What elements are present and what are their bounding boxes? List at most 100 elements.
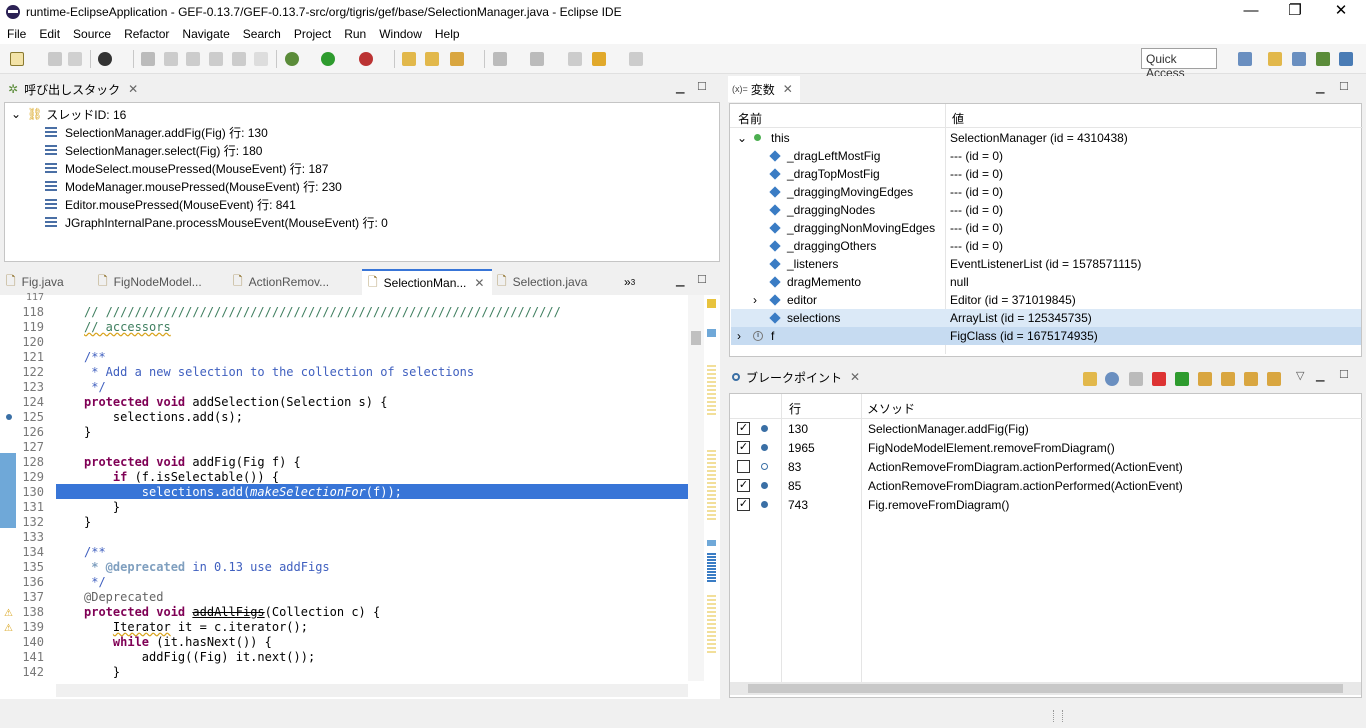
variable-row[interactable]: › editor Editor (id = 371019845) — [731, 291, 1361, 309]
minimize-view-icon[interactable]: ▁ — [676, 274, 684, 287]
scrollbar-thumb[interactable] — [691, 331, 701, 345]
breakpoint-row[interactable]: ✓ 743 Fig.removeFromDiagram() — [731, 495, 1361, 514]
restore-button[interactable]: ❐ — [1272, 0, 1318, 24]
save-icon[interactable] — [48, 52, 62, 66]
run-icon[interactable] — [321, 52, 335, 66]
tab-debug[interactable]: ✲ 呼び出しスタック ✕ — [8, 76, 138, 102]
menu-window[interactable]: Window — [372, 27, 428, 41]
menu-navigate[interactable]: Navigate — [175, 27, 235, 41]
menu-file[interactable]: File — [0, 27, 32, 41]
resume-icon[interactable] — [1175, 372, 1189, 386]
variable-row[interactable]: _dragLeftMostFig --- (id = 0) — [731, 147, 1361, 165]
tab-actionremove[interactable]: 🗋 ActionRemov... — [233, 269, 329, 295]
variable-row-this[interactable]: ⌄ this SelectionManager (id = 4310438) — [731, 129, 1361, 147]
tab-breakpoints[interactable]: ブレークポイント ✕ — [732, 364, 860, 390]
step-into-icon[interactable] — [1198, 372, 1212, 386]
stack-frame[interactable]: SelectionManager.select(Fig) 行: 180 — [45, 141, 262, 159]
menu-run[interactable]: Run — [337, 27, 372, 41]
close-button[interactable]: ✕ — [1318, 0, 1364, 24]
maximize-view-icon[interactable]: ☐ — [697, 273, 707, 286]
tab-selection-java[interactable]: 🗋 Selection.java — [497, 269, 587, 295]
terminate-icon[interactable] — [1152, 372, 1166, 386]
breakpoint-marker[interactable] — [6, 414, 12, 420]
breakpoint-row[interactable]: ✓ 1965 FigNodeModelElement.removeFromDiagr… — [731, 438, 1361, 457]
debug-icon[interactable] — [285, 52, 299, 66]
variable-row[interactable]: _listeners EventListenerList (id = 157857… — [731, 255, 1361, 273]
java-perspective-icon[interactable] — [1292, 52, 1306, 66]
stack-frame[interactable]: SelectionManager.addFig(Fig) 行: 130 — [45, 123, 268, 141]
breakpoint-row[interactable]: ✓ 130 SelectionManager.addFig(Fig) — [731, 419, 1361, 438]
variable-row-selected[interactable]: selections ArrayList (id = 125345735) — [731, 309, 1361, 327]
breakpoint-checkbox[interactable]: ✓ — [737, 422, 750, 435]
close-icon[interactable]: ✕ — [850, 370, 860, 384]
menu-edit[interactable]: Edit — [32, 27, 66, 41]
stack-frame[interactable]: ModeManager.mousePressed(MouseEvent) 行: … — [45, 177, 342, 195]
breakpoint-row[interactable]: ✓ 85 ActionRemoveFromDiagram.actionPerform… — [731, 476, 1361, 495]
breakpoint-checkbox[interactable]: ✓ — [737, 479, 750, 492]
step-return-icon[interactable] — [1244, 372, 1258, 386]
variable-row[interactable]: _draggingMovingEdges --- (id = 0) — [731, 183, 1361, 201]
tab-overflow[interactable]: » 3 — [624, 269, 635, 295]
chevron-right-icon[interactable]: › — [737, 329, 741, 343]
search-icon[interactable] — [450, 52, 464, 66]
chevron-down-icon[interactable]: ⌄ — [737, 131, 747, 145]
drop-to-frame-icon[interactable] — [1267, 372, 1281, 386]
chevron-down-icon[interactable]: ⌄ — [11, 107, 21, 121]
breakpoint-checkbox[interactable]: ✓ — [737, 441, 750, 454]
quick-access-input[interactable]: Quick Access — [1141, 48, 1217, 80]
java-ee-perspective-icon[interactable] — [1268, 52, 1282, 66]
breakpoint-checkbox[interactable]: ✓ — [737, 498, 750, 511]
menu-help[interactable]: Help — [428, 27, 466, 41]
debug-perspective-icon[interactable] — [1316, 52, 1330, 66]
breakpoint-row[interactable]: 83 ActionRemoveFromDiagram.actionPerforme… — [731, 457, 1361, 476]
variable-row[interactable]: dragMemento null — [731, 273, 1361, 291]
java-editor[interactable]: 117 118 119 120 121 122 123 124 125 126 … — [0, 292, 720, 699]
horizontal-scrollbar[interactable] — [730, 682, 1361, 695]
tab-fignodemodel[interactable]: 🗋 FigNodeModel... — [98, 269, 202, 295]
external-tools-icon[interactable] — [359, 52, 373, 66]
variable-row[interactable]: _dragTopMostFig --- (id = 0) — [731, 165, 1361, 183]
tab-variables[interactable]: (x)= 変数 ✕ — [728, 76, 800, 102]
resource-perspective-icon[interactable] — [1339, 52, 1353, 66]
skip-breakpoints-icon[interactable] — [141, 52, 155, 66]
minimize-view-icon[interactable]: ▁ — [676, 81, 684, 94]
open-folder-icon[interactable] — [1083, 372, 1097, 386]
new-icon[interactable] — [10, 52, 24, 66]
variable-row[interactable]: _draggingNonMovingEdges --- (id = 0) — [731, 219, 1361, 237]
skip-all-breakpoints-icon[interactable] — [1129, 372, 1143, 386]
close-icon[interactable]: ✕ — [474, 276, 484, 290]
thread-row[interactable]: ⌄ ⛓ スレッドID: 16 — [11, 105, 126, 123]
vertical-scrollbar[interactable] — [688, 295, 704, 681]
step-icon[interactable] — [164, 52, 178, 66]
back-icon[interactable] — [592, 52, 606, 66]
open-task-icon[interactable] — [425, 52, 439, 66]
minimize-button[interactable]: — — [1228, 0, 1274, 24]
horizontal-scrollbar[interactable] — [56, 684, 688, 697]
stack-frame[interactable]: ModeSelect.mousePressed(MouseEvent) 行: 1… — [45, 159, 328, 177]
menu-search[interactable]: Search — [236, 27, 287, 41]
close-icon[interactable]: ✕ — [128, 82, 138, 96]
close-icon[interactable]: ✕ — [783, 82, 793, 96]
tab-selectionmanager[interactable]: 🗋 SelectionMan... ✕ — [362, 269, 492, 295]
stack-frame[interactable]: Editor.mousePressed(MouseEvent) 行: 841 — [45, 195, 296, 213]
save-all-icon[interactable] — [68, 52, 82, 66]
scrollbar-thumb[interactable] — [748, 684, 1343, 693]
menu-source[interactable]: Source — [66, 27, 117, 41]
chevron-right-icon[interactable]: › — [753, 293, 757, 307]
resume-disabled-icon[interactable] — [186, 52, 200, 66]
stack-frame[interactable]: JGraphInternalPane.processMouseEvent(Mou… — [45, 213, 388, 231]
previous-annotation-icon[interactable] — [530, 52, 544, 66]
menu-refactor[interactable]: Refactor — [117, 27, 175, 41]
open-type-icon[interactable] — [402, 52, 416, 66]
use-step-filters-icon[interactable] — [254, 52, 268, 66]
minimize-view-icon[interactable]: ▁ — [1316, 369, 1324, 382]
maximize-view-icon[interactable]: ☐ — [697, 80, 707, 93]
java-exception-breakpoint-icon[interactable] — [1105, 372, 1119, 386]
terminate-icon[interactable] — [232, 52, 246, 66]
variable-row[interactable]: _draggingNodes --- (id = 0) — [731, 201, 1361, 219]
last-edit-location-icon[interactable] — [568, 52, 582, 66]
forward-icon[interactable] — [629, 52, 643, 66]
view-menu-icon[interactable]: ▽ — [1296, 369, 1304, 382]
profile-icon[interactable] — [98, 52, 112, 66]
step-over-icon[interactable] — [1221, 372, 1235, 386]
